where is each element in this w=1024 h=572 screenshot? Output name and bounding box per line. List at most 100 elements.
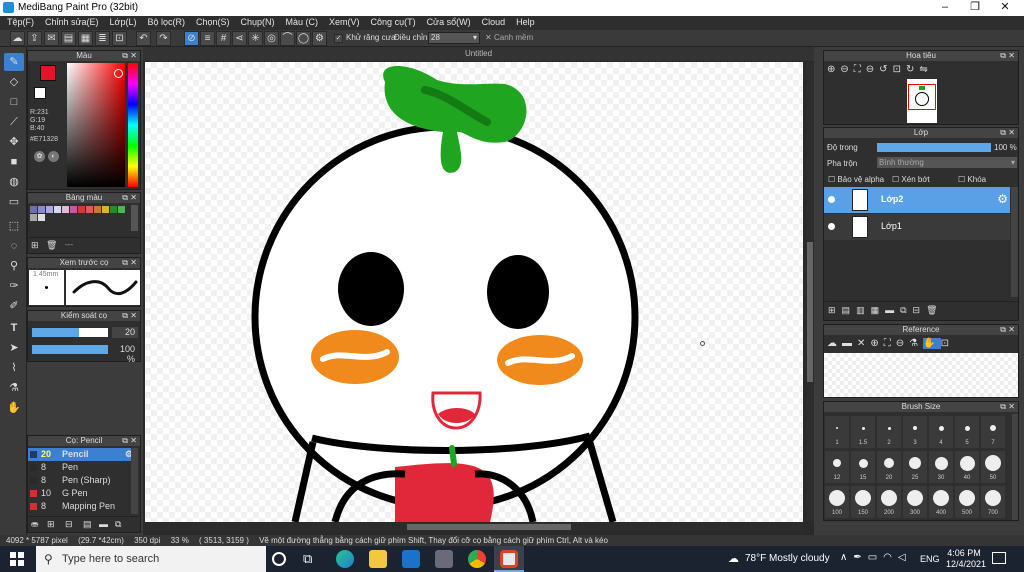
- menu-snap[interactable]: Chụp(N): [234, 16, 279, 27]
- brush-settings-icon[interactable]: ▤: [83, 519, 92, 530]
- zoom-in-icon[interactable]: ⊕: [870, 338, 883, 349]
- divide-tool-icon[interactable]: ⌇: [4, 359, 24, 377]
- brush-size-option[interactable]: 4: [929, 416, 953, 448]
- cloud-icon[interactable]: ☁: [827, 338, 842, 349]
- dock-icon[interactable]: ⧉: [122, 51, 128, 61]
- close-icon[interactable]: ✕: [857, 338, 870, 349]
- palette-swatch[interactable]: [102, 206, 109, 213]
- menu-cloud[interactable]: Cloud: [475, 16, 510, 27]
- taskbar-search[interactable]: ⚲ Type here to search: [36, 546, 266, 572]
- brush-size-option[interactable]: 15: [851, 451, 875, 483]
- vertical-scroll-thumb[interactable]: [807, 242, 813, 382]
- clock[interactable]: 4:06 PM 12/4/2021: [946, 548, 986, 570]
- dock-icon[interactable]: ⧉: [1000, 128, 1006, 138]
- snap-x-icon[interactable]: ✕: [485, 33, 492, 42]
- reference-view[interactable]: [824, 353, 1018, 397]
- brush-tool-icon[interactable]: ✎: [4, 53, 24, 71]
- operation-tool-icon[interactable]: ➤: [4, 339, 24, 357]
- blend-select[interactable]: Bình thường ▾: [877, 157, 1017, 168]
- new-halftone-layer-icon[interactable]: ▤: [842, 305, 857, 315]
- layer-row[interactable]: Lớp1: [824, 214, 1010, 240]
- edge-icon[interactable]: [336, 550, 354, 568]
- dock-icon[interactable]: ⧉: [122, 193, 128, 203]
- hand-tool-icon[interactable]: ✋: [4, 399, 24, 417]
- rect-tool-icon[interactable]: □: [4, 93, 24, 111]
- comment-icon[interactable]: ✉: [44, 31, 59, 46]
- ellipse-snap-icon[interactable]: ◯: [296, 31, 311, 46]
- close-icon[interactable]: ✕: [1008, 402, 1015, 412]
- saturation-value-area[interactable]: [67, 63, 125, 187]
- palette-swatch[interactable]: [110, 206, 117, 213]
- navigator-thumbnail[interactable]: [907, 79, 937, 123]
- visibility-icon[interactable]: [828, 196, 835, 203]
- brush-size-option[interactable]: 5: [955, 416, 979, 448]
- lasso-tool-icon[interactable]: ◌: [4, 237, 24, 255]
- battery-icon[interactable]: ▭: [868, 552, 883, 563]
- crop-icon[interactable]: ⊡: [112, 31, 127, 46]
- brush-size-option[interactable]: 150: [851, 486, 875, 518]
- brush-size-option[interactable]: 3: [903, 416, 927, 448]
- palette-swatch[interactable]: [86, 206, 93, 213]
- redo-icon[interactable]: ↷: [156, 31, 171, 46]
- brush-size-option[interactable]: 7: [981, 416, 1005, 448]
- rotate-right-icon[interactable]: ↻: [906, 64, 919, 75]
- copy-icon[interactable]: ⧉: [115, 519, 121, 530]
- move-tool-icon[interactable]: ✥: [4, 133, 24, 151]
- close-icon[interactable]: ✕: [1008, 325, 1015, 335]
- page-icon[interactable]: ▤: [61, 31, 76, 46]
- hand-icon[interactable]: ✋: [923, 338, 941, 349]
- pen-icon[interactable]: ✒: [853, 552, 867, 563]
- line-tool-icon[interactable]: ⟋: [4, 113, 24, 131]
- grid-snap-icon[interactable]: #: [216, 31, 231, 46]
- zoom-out-icon[interactable]: ⊖: [896, 338, 909, 349]
- menu-filter[interactable]: Bộ lọc(R): [140, 16, 189, 27]
- palette-swatch[interactable]: [118, 206, 125, 213]
- palette-swatch[interactable]: [62, 206, 69, 213]
- brush-size-option[interactable]: 200: [877, 486, 901, 518]
- folder-icon[interactable]: ▬: [885, 305, 900, 315]
- notification-icon[interactable]: [992, 552, 1006, 564]
- menu-edit[interactable]: Chỉnh sửa(E): [38, 16, 103, 27]
- cloud-icon[interactable]: ☁: [10, 31, 25, 46]
- weather-text[interactable]: 78°F Mostly cloudy: [745, 553, 830, 564]
- parallel-snap-icon[interactable]: ≡: [200, 31, 215, 46]
- palette-swatch[interactable]: [38, 214, 45, 221]
- brush-size-option[interactable]: 1.5: [851, 416, 875, 448]
- palette-swatch[interactable]: [30, 214, 37, 221]
- dock-icon[interactable]: ⧉: [1000, 51, 1006, 61]
- horizontal-scrollbar[interactable]: [145, 523, 803, 531]
- select-tool-icon[interactable]: ⬚: [4, 217, 24, 235]
- horizontal-scroll-thumb[interactable]: [407, 524, 571, 530]
- zoom-minus-icon[interactable]: ⊖: [866, 64, 879, 75]
- cortana-icon[interactable]: [272, 552, 286, 566]
- add-brush-icon[interactable]: ⊞: [47, 519, 55, 530]
- brush-size-option[interactable]: 25: [903, 451, 927, 483]
- secondary-color-swatch[interactable]: [34, 87, 46, 99]
- color-picker-cursor[interactable]: [114, 69, 123, 78]
- snap-off-icon[interactable]: ⊘: [184, 31, 199, 46]
- folder-icon[interactable]: ▬: [842, 338, 857, 349]
- fit-window-icon[interactable]: ⊡: [893, 64, 906, 75]
- brush-list-item[interactable]: 10 G Pen: [28, 487, 136, 500]
- network-icon[interactable]: ◠: [883, 552, 898, 563]
- gradient-tool-icon[interactable]: ▭: [4, 193, 24, 211]
- menu-tools[interactable]: Công cụ(T): [364, 16, 420, 27]
- brush-list-item[interactable]: 8 Mapping Pen: [28, 500, 136, 513]
- trash-icon[interactable]: 🗑: [46, 240, 57, 251]
- layer-scrollbar[interactable]: [1011, 187, 1018, 297]
- radial-icon[interactable]: ✳: [248, 31, 263, 46]
- chevron-up-icon[interactable]: ∧: [840, 552, 853, 563]
- settings-icon[interactable]: ⚙: [312, 31, 327, 46]
- language-indicator[interactable]: ENG: [920, 554, 940, 564]
- clipping-checkbox[interactable]: ☐ Xén bớt: [892, 175, 930, 184]
- vertical-scrollbar[interactable]: [806, 62, 814, 522]
- brush-size-option[interactable]: 40: [955, 451, 979, 483]
- fill-rect-icon[interactable]: ■: [4, 153, 24, 171]
- chrome-icon[interactable]: [468, 550, 486, 568]
- dock-icon[interactable]: ⧉: [122, 436, 128, 446]
- close-icon[interactable]: ✕: [1008, 51, 1015, 61]
- close-icon[interactable]: ✕: [130, 311, 137, 321]
- new-8bit-layer-icon[interactable]: ▥: [856, 305, 871, 315]
- brush-list-item[interactable]: 8 Pen (Sharp): [28, 474, 136, 487]
- dock-icon[interactable]: ⧉: [1000, 402, 1006, 412]
